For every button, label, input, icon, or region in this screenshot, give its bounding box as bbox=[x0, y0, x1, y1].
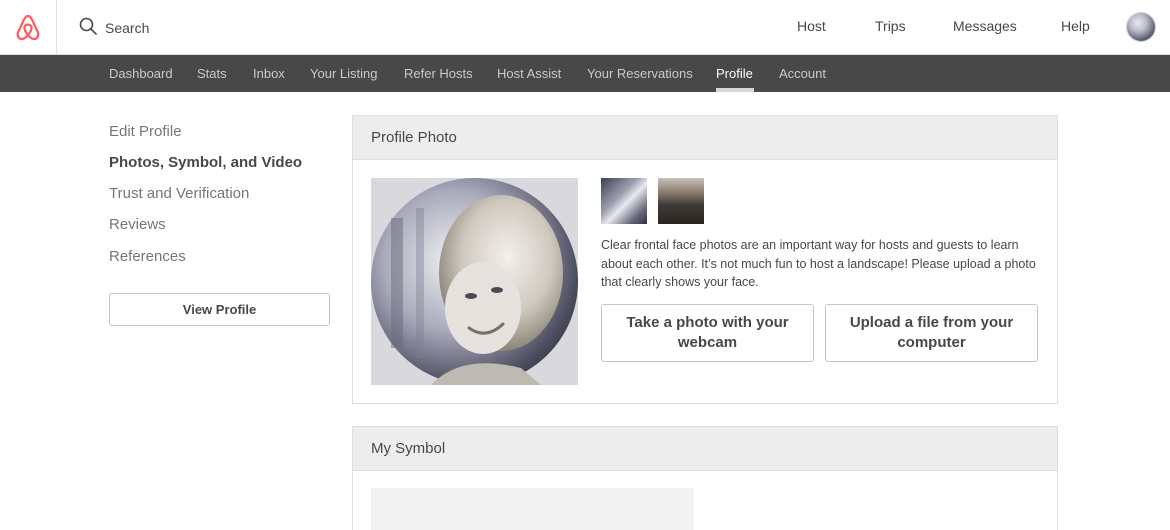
search-input[interactable] bbox=[105, 18, 505, 38]
view-profile-button[interactable]: View Profile bbox=[109, 293, 330, 326]
subnav-your-reservations[interactable]: Your Reservations bbox=[587, 66, 693, 81]
take-webcam-photo-button[interactable]: Take a photo with your webcam bbox=[601, 304, 814, 362]
photo-thumbnail[interactable] bbox=[601, 178, 647, 224]
subnav-profile[interactable]: Profile bbox=[716, 66, 753, 81]
my-symbol-title: My Symbol bbox=[353, 427, 1057, 471]
profile-photo bbox=[371, 178, 578, 385]
nav-host[interactable]: Host bbox=[797, 18, 826, 34]
nav-messages[interactable]: Messages bbox=[953, 18, 1017, 34]
profile-photo-image bbox=[371, 178, 578, 385]
avatar[interactable] bbox=[1127, 13, 1155, 41]
subnav-inbox[interactable]: Inbox bbox=[253, 66, 285, 81]
nav-help[interactable]: Help bbox=[1061, 18, 1090, 34]
active-tab-indicator bbox=[716, 88, 754, 92]
subnav-dashboard[interactable]: Dashboard bbox=[109, 66, 173, 81]
upload-file-button[interactable]: Upload a file from your computer bbox=[825, 304, 1038, 362]
profile-photo-title: Profile Photo bbox=[353, 116, 1057, 160]
sub-nav: Dashboard Stats Inbox Your Listing Refer… bbox=[0, 55, 1170, 92]
sidebar-item-edit-profile[interactable]: Edit Profile bbox=[109, 123, 182, 140]
profile-photo-description: Clear frontal face photos are an importa… bbox=[601, 238, 1036, 289]
logo[interactable] bbox=[0, 0, 57, 55]
subnav-refer-hosts[interactable]: Refer Hosts bbox=[404, 66, 473, 81]
sidebar-item-photos-symbol-video[interactable]: Photos, Symbol, and Video bbox=[109, 154, 302, 171]
my-symbol-panel: My Symbol bbox=[352, 426, 1058, 530]
subnav-your-listing[interactable]: Your Listing bbox=[310, 66, 377, 81]
sidebar-item-trust-verification[interactable]: Trust and Verification bbox=[109, 185, 249, 202]
sidebar-item-references[interactable]: References bbox=[109, 248, 186, 265]
top-header: Host Trips Messages Help bbox=[0, 0, 1170, 55]
profile-photo-panel: Profile Photo Clear frontal face photos … bbox=[352, 115, 1058, 404]
search-icon[interactable] bbox=[79, 17, 97, 35]
airbnb-logo-icon[interactable] bbox=[15, 14, 41, 42]
subnav-stats[interactable]: Stats bbox=[197, 66, 227, 81]
symbol-placeholder bbox=[371, 488, 694, 530]
subnav-account[interactable]: Account bbox=[779, 66, 826, 81]
subnav-host-assist[interactable]: Host Assist bbox=[497, 66, 561, 81]
photo-thumbnail[interactable] bbox=[658, 178, 704, 224]
nav-trips[interactable]: Trips bbox=[875, 18, 906, 34]
sidebar-item-reviews[interactable]: Reviews bbox=[109, 216, 166, 233]
